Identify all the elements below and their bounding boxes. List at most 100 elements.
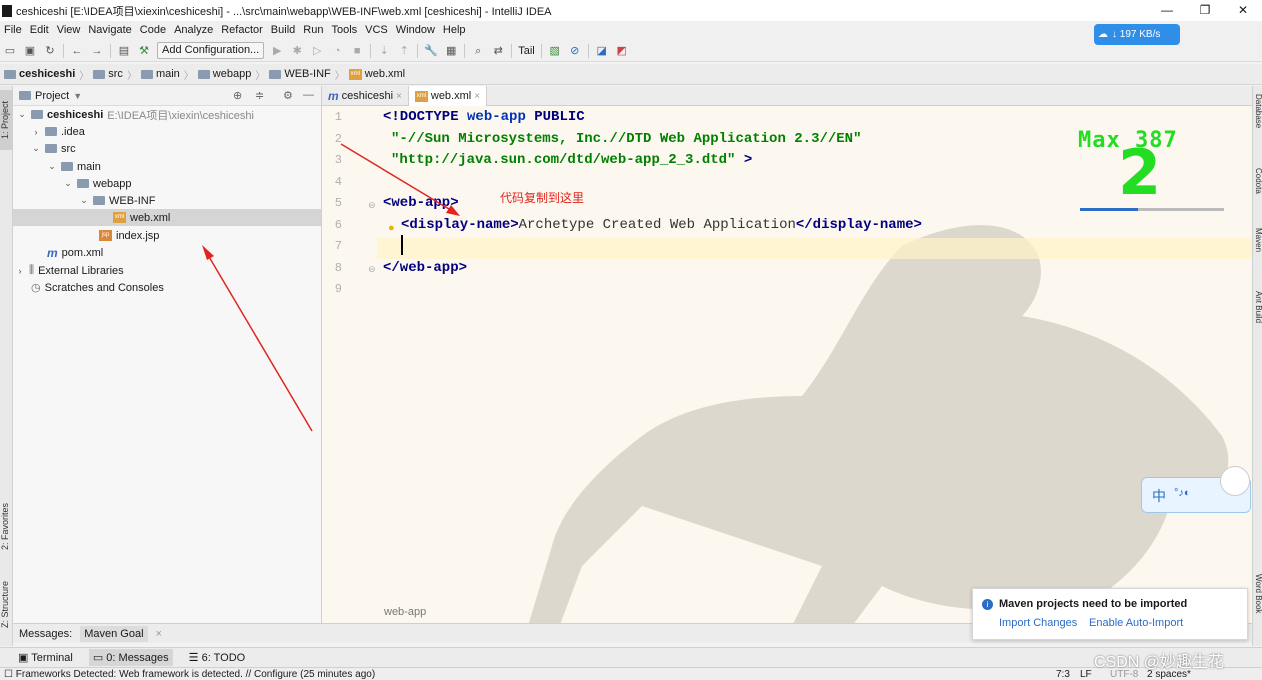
tool-windows-bar: ▣ Terminal ▭ 0: Messages ☰ 6: TODO xyxy=(0,647,1262,667)
download-speed-widget[interactable]: ☁ ↓ 197 KB/s xyxy=(1094,24,1180,45)
breadcrumb-main[interactable]: main xyxy=(140,68,180,80)
toolbar-divider xyxy=(110,43,111,58)
vcs-update-icon[interactable]: ⇣ xyxy=(377,44,391,58)
close-button[interactable]: ✕ xyxy=(1224,0,1262,21)
add-configuration-button[interactable]: Add Configuration... xyxy=(157,42,265,59)
todo-tool-button[interactable]: ☰ 6: TODO xyxy=(189,651,246,664)
maximize-button[interactable]: ❐ xyxy=(1186,0,1224,21)
minimize-button[interactable]: — xyxy=(1148,0,1186,21)
breadcrumb: ceshiceshi 〉 src 〉 main 〉 webapp 〉 WEB-I… xyxy=(0,64,1262,85)
breadcrumb-src[interactable]: src xyxy=(93,68,123,80)
chart-icon[interactable]: ▧ xyxy=(548,44,562,58)
breadcrumb-web-xml[interactable]: xml web.xml xyxy=(348,68,405,80)
menu-edit[interactable]: Edit xyxy=(26,24,53,36)
plugin-red-icon[interactable]: ◩ xyxy=(615,44,629,58)
project-tool-button[interactable]: 1: Project xyxy=(0,90,13,150)
terminal-tool-button[interactable]: ▣ Terminal xyxy=(18,651,73,664)
cloud-icon: ☁ xyxy=(1098,29,1108,40)
notification-title: Maven projects need to be imported xyxy=(999,598,1188,610)
maven-tool-button[interactable]: Maven xyxy=(1253,228,1262,278)
menu-file[interactable]: File xyxy=(0,24,26,36)
toolbar-divider xyxy=(540,43,542,58)
build-hammer-icon[interactable]: ⚒ xyxy=(137,44,151,58)
big-number: 2 xyxy=(1118,136,1162,209)
debug-icon[interactable]: ✱ xyxy=(290,44,304,58)
menu-view[interactable]: View xyxy=(53,24,85,36)
tab-web-xml[interactable]: xml web.xml × xyxy=(408,86,488,106)
menu-vcs[interactable]: VCS xyxy=(361,24,392,36)
plugin-blue-icon[interactable]: ◪ xyxy=(595,44,609,58)
folder-icon xyxy=(197,69,210,79)
tail-button[interactable]: Tail xyxy=(518,45,535,57)
vcs-commit-icon[interactable]: ⇡ xyxy=(397,44,411,58)
menu-tools[interactable]: Tools xyxy=(327,24,361,36)
left-tool-stripe: 1: Project 2: Favorites Z: Structure xyxy=(0,86,13,646)
progress-track xyxy=(1080,208,1224,211)
menu-run[interactable]: Run xyxy=(299,24,327,36)
ime-toolbar[interactable]: 中 °♪◐ xyxy=(1141,466,1251,513)
no-entry-icon[interactable]: ⊘ xyxy=(568,44,582,58)
word-book-tool-button[interactable]: Word Book xyxy=(1253,574,1262,634)
stop-icon[interactable]: ■ xyxy=(350,44,364,58)
project-settings-icon[interactable]: ▦ xyxy=(444,44,458,58)
toolbar-divider xyxy=(511,43,513,58)
editor-tabs: m ceshiceshi × xml web.xml × xyxy=(322,86,1252,106)
folder-icon xyxy=(140,69,153,79)
menu-navigate[interactable]: Navigate xyxy=(84,24,135,36)
menu-help[interactable]: Help xyxy=(439,24,470,36)
structure-tool-button[interactable]: Z: Structure xyxy=(0,574,13,634)
status-message[interactable]: Frameworks Detected: Web framework is de… xyxy=(16,669,375,680)
caret-position[interactable]: 7:3 xyxy=(1056,669,1070,680)
toolbar-divider xyxy=(464,43,466,58)
profile-icon[interactable]: ◔ xyxy=(330,44,344,58)
close-tab-icon[interactable]: × xyxy=(474,91,480,102)
settings-wrench-icon[interactable]: 🔧 xyxy=(424,44,438,58)
close-tab-icon[interactable]: × xyxy=(396,91,402,102)
status-icon[interactable]: ☐ xyxy=(4,669,16,680)
save-all-icon[interactable]: ▣ xyxy=(23,44,37,58)
enable-auto-import-link[interactable]: Enable Auto-Import xyxy=(1089,617,1183,629)
sync-icon[interactable]: ↻ xyxy=(43,44,57,58)
project-panel: Project ▼ ⊕ ≑ ⚙ — ⌄ ceshiceshi E:\IDEA项目… xyxy=(13,86,322,623)
menu-refactor[interactable]: Refactor xyxy=(217,24,267,36)
open-folder-icon[interactable]: ▭ xyxy=(3,44,17,58)
codota-tool-button[interactable]: Codota xyxy=(1253,168,1262,218)
folder-icon xyxy=(93,69,106,79)
favorites-tool-button[interactable]: 2: Favorites xyxy=(0,496,13,556)
menu-build[interactable]: Build xyxy=(267,24,299,36)
toolbar-divider xyxy=(63,43,64,58)
menu-analyze[interactable]: Analyze xyxy=(170,24,217,36)
tab-ceshiceshi[interactable]: m ceshiceshi × xyxy=(322,86,409,106)
messages-tool-button[interactable]: ▭ 0: Messages xyxy=(88,649,173,666)
back-icon[interactable]: ← xyxy=(70,44,84,58)
ant-build-tool-button[interactable]: Ant Build xyxy=(1253,291,1262,351)
main-toolbar: ▭ ▣ ↻ ← → ▤ ⚒ Add Configuration... ▶ ✱ ▷… xyxy=(0,40,1262,62)
close-tab-icon[interactable]: × xyxy=(156,628,162,640)
max-counter-widget: Max 387 2 xyxy=(1078,124,1226,214)
right-tool-stripe: Database Codota Maven Ant Build Word Boo… xyxy=(1252,86,1262,646)
run-icon[interactable]: ▶ xyxy=(270,44,284,58)
module-folder-icon xyxy=(4,69,16,79)
tab-maven-goal[interactable]: Maven Goal xyxy=(80,625,148,642)
translate-icon[interactable]: ⇄ xyxy=(491,44,505,58)
line-separator[interactable]: LF xyxy=(1080,669,1092,680)
breadcrumb-webapp[interactable]: webapp xyxy=(197,68,251,80)
ime-chinese-mode[interactable]: 中 xyxy=(1152,486,1166,506)
menu-window[interactable]: Window xyxy=(392,24,439,36)
menu-code[interactable]: Code xyxy=(136,24,170,36)
messages-label: Messages: xyxy=(19,627,73,640)
folder-icon xyxy=(269,69,282,79)
search-icon[interactable]: ⌕ xyxy=(471,44,485,58)
xml-file-icon: xml xyxy=(348,68,362,80)
breadcrumb-project[interactable]: ceshiceshi xyxy=(4,68,75,80)
ime-tools-icon[interactable]: °♪◐ xyxy=(1174,487,1191,499)
database-tool-button[interactable]: Database xyxy=(1253,94,1262,154)
breadcrumb-web-inf[interactable]: WEB-INF xyxy=(269,68,331,80)
project-structure-icon[interactable]: ▤ xyxy=(117,44,131,58)
editor-breadcrumb[interactable]: web-app xyxy=(384,606,426,618)
run-coverage-icon[interactable]: ▷ xyxy=(310,44,324,58)
forward-icon[interactable]: → xyxy=(90,44,104,58)
messages-icon: ▭ xyxy=(92,652,107,664)
csdn-watermark: CSDN @妙趣生花 xyxy=(1094,654,1225,671)
import-changes-link[interactable]: Import Changes xyxy=(999,617,1077,629)
